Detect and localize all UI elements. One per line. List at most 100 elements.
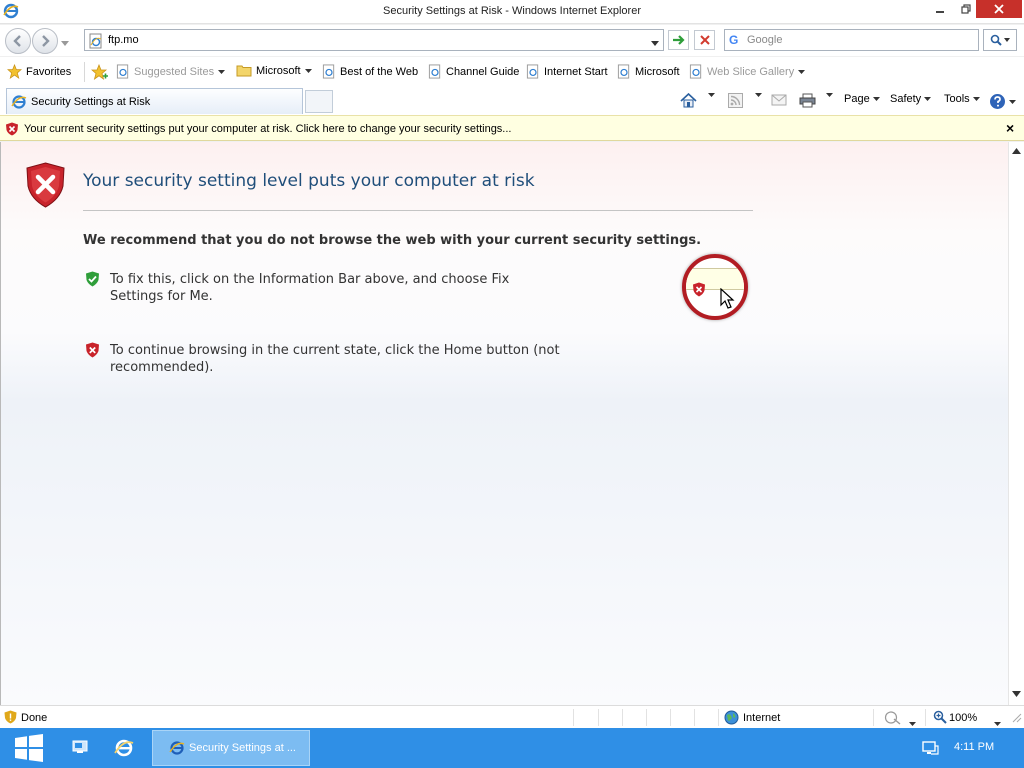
minimize-button[interactable] — [926, 0, 954, 18]
ie-logo-icon — [114, 739, 134, 757]
protected-mode-icon[interactable] — [884, 710, 902, 728]
callout-shield-icon — [693, 282, 705, 297]
title-bar: Security Settings at Risk - Windows Inte… — [0, 0, 1024, 24]
fav-item-internet-start[interactable]: Internet Start — [526, 64, 608, 79]
add-to-favorites-bar-button[interactable] — [91, 64, 109, 80]
zoom-icon[interactable] — [933, 710, 947, 727]
search-placeholder[interactable]: Google — [747, 34, 782, 46]
fav-item-microsoft-folder[interactable]: Microsoft — [236, 64, 312, 77]
fix-instruction-line: To fix this, click on the Information Ba… — [110, 272, 510, 287]
go-button[interactable] — [668, 30, 689, 50]
show-desktop-button[interactable] — [72, 740, 88, 757]
new-tab-button[interactable] — [305, 90, 333, 113]
status-separator — [873, 709, 874, 726]
fav-item-web-slice-gallery[interactable]: Web Slice Gallery — [689, 64, 806, 79]
address-input[interactable]: ftp.mo — [108, 34, 139, 46]
fix-settings-instruction: To fix this, click on the Information Ba… — [110, 271, 509, 305]
page-title: Your security setting level puts your co… — [83, 171, 535, 191]
resize-grip-icon[interactable] — [1012, 713, 1022, 726]
help-button[interactable] — [989, 93, 1016, 110]
navigation-bar: ftp.mo G Google — [0, 25, 1024, 56]
print-dropdown-button[interactable] — [826, 93, 833, 97]
chevron-down-icon — [872, 97, 880, 101]
feeds-dropdown-button[interactable] — [755, 93, 762, 97]
home-dropdown-button[interactable] — [708, 93, 715, 97]
internet-zone-globe-icon — [724, 710, 739, 728]
help-icon — [990, 94, 1005, 109]
recent-pages-dropdown-icon[interactable] — [61, 37, 69, 49]
safety-menu-button[interactable]: Safety — [890, 93, 932, 105]
home-button[interactable] — [680, 93, 697, 108]
search-button[interactable] — [983, 29, 1017, 51]
favorites-bar: Favorites Suggested Sites Microsoft Best… — [0, 57, 1024, 87]
print-button[interactable] — [799, 93, 816, 108]
chevron-down-icon — [304, 68, 312, 73]
fav-item-label: Best of the Web — [340, 65, 419, 78]
fav-item-label: Web Slice Gallery — [707, 65, 795, 78]
chevron-down-icon — [218, 69, 226, 74]
scroll-down-arrow-icon[interactable] — [1012, 688, 1021, 700]
information-bar[interactable]: Your current security settings put your … — [0, 115, 1024, 141]
page-content: Your security setting level puts your co… — [0, 142, 1008, 705]
information-bar-text[interactable]: Your current security settings put your … — [24, 123, 511, 135]
taskbar-task-security-settings[interactable]: Security Settings at ... — [152, 730, 310, 766]
ie-logo-icon — [169, 741, 185, 755]
fav-item-suggested-sites[interactable]: Suggested Sites — [116, 64, 226, 79]
favorites-label: Favorites — [26, 65, 72, 78]
close-window-button[interactable] — [976, 0, 1022, 18]
search-box[interactable]: G Google — [724, 29, 979, 51]
tools-menu-label: Tools — [944, 93, 970, 105]
status-separator — [925, 709, 926, 726]
chevron-down-icon — [1009, 99, 1016, 104]
search-icon — [990, 34, 1002, 46]
status-warning-shield-icon — [4, 710, 17, 727]
ie-page-icon — [116, 64, 129, 79]
back-button[interactable] — [5, 28, 31, 54]
fav-item-best-of-the-web[interactable]: Best of the Web — [322, 64, 418, 79]
continue-instruction-line: recommended). — [110, 360, 214, 375]
search-options-dropdown-icon[interactable] — [1004, 38, 1010, 42]
chevron-down-icon — [924, 97, 932, 101]
ie-page-icon — [526, 64, 539, 79]
title-divider — [83, 210, 753, 211]
green-shield-check-icon — [85, 271, 100, 290]
ie-page-icon — [88, 33, 104, 52]
feeds-button[interactable] — [728, 93, 743, 108]
taskbar-clock[interactable]: 4:11 PM — [954, 741, 994, 753]
address-bar[interactable]: ftp.mo — [84, 29, 664, 51]
tools-menu-button[interactable]: Tools — [944, 93, 980, 105]
chevron-down-icon — [826, 93, 833, 97]
tab-label: Security Settings at Risk — [31, 95, 151, 108]
page-menu-button[interactable]: Page — [844, 93, 880, 105]
taskbar-task-label: Security Settings at ... — [189, 742, 296, 754]
add-favorite-star-icon — [91, 64, 108, 80]
fav-item-microsoft-link[interactable]: Microsoft — [617, 64, 680, 79]
tab-security-settings[interactable]: Security Settings at Risk — [6, 88, 303, 114]
vertical-scrollbar[interactable] — [1008, 142, 1024, 705]
read-mail-button[interactable] — [771, 93, 787, 106]
forward-button[interactable] — [32, 28, 58, 54]
safety-menu-label: Safety — [890, 93, 922, 105]
scroll-up-arrow-icon[interactable] — [1012, 145, 1021, 157]
start-button[interactable] — [14, 734, 44, 765]
tab-row: Security Settings at Risk Page Safety To… — [0, 87, 1024, 115]
status-separator — [622, 709, 623, 726]
close-infobar-button[interactable]: × — [1006, 120, 1014, 136]
fav-item-channel-guide[interactable]: Channel Guide — [428, 64, 519, 79]
favorites-separator — [84, 62, 85, 82]
ie-page-icon — [428, 64, 441, 79]
page-menu-label: Page — [844, 93, 870, 105]
zoom-level[interactable]: 100% — [949, 712, 977, 724]
favorites-button[interactable]: Favorites — [7, 64, 71, 79]
taskbar-ie-button[interactable] — [114, 738, 134, 761]
stop-button[interactable] — [694, 30, 715, 50]
status-separator — [646, 709, 647, 726]
fav-item-label: Microsoft — [256, 64, 301, 77]
home-icon — [680, 93, 697, 108]
address-dropdown-icon[interactable] — [651, 37, 659, 49]
chevron-down-icon — [972, 97, 980, 101]
chevron-down-icon — [708, 93, 715, 97]
window-title: Security Settings at Risk - Windows Inte… — [383, 5, 641, 17]
security-zone-label[interactable]: Internet — [743, 712, 780, 724]
network-tray-icon[interactable] — [921, 740, 939, 759]
